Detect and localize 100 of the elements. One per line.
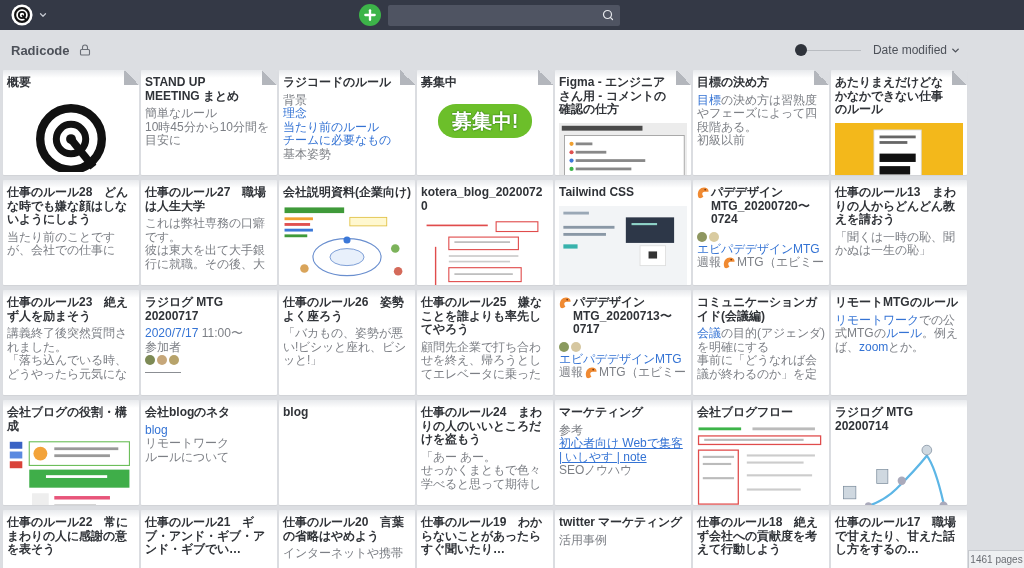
emoji-icon (723, 256, 735, 269)
card-text: リモートワーク (145, 437, 230, 451)
note-card[interactable]: 概要 (3, 70, 139, 175)
card-title: 会社説明資料(企業向け) (283, 186, 411, 200)
note-card[interactable]: STAND UP MEETING まとめ 簡単なルール 10時45分から10分間を目安に (141, 70, 277, 175)
card-title: twitter マーケティング (559, 516, 683, 530)
plus-icon (361, 7, 378, 23)
note-card[interactable]: Tailwind CSS (555, 180, 691, 285)
slider-thumb[interactable] (794, 44, 807, 56)
text-link[interactable]: zoom (859, 339, 889, 354)
card-text: 「落ち込んでいる時、どうやったら元気にな (7, 354, 128, 381)
card-title: ラジログ MTG 20200714 (835, 406, 914, 433)
note-card[interactable]: パデデザインMTG_20200720〜0724 エビパデデザインMTG 週報 MTG（エビミー (693, 180, 829, 285)
card-title: 仕事のルール22 常にまわりの人に感謝の意を表そう (7, 516, 130, 557)
chevron-down-icon (38, 10, 48, 20)
note-card[interactable]: 会社説明資料(企業向け) (279, 180, 415, 285)
card-text: 基本姿勢 (283, 147, 332, 161)
card-text: MTG（エビミー (599, 366, 686, 380)
note-card[interactable]: blog (279, 400, 415, 505)
card-title: 仕事のルール26 姿勢よく座ろう (283, 296, 406, 323)
card-title: blog (283, 406, 309, 420)
card-text: MTG（エビミー (737, 256, 824, 270)
note-card[interactable]: 仕事のルール21 ギブ・アンド・ギブ・アンド・ギブでい… (141, 510, 277, 568)
text-link[interactable]: ルール (885, 326, 922, 340)
text-link[interactable]: 目標 (697, 92, 721, 107)
note-card[interactable]: 仕事のルール18 絶えず会社への貢献度を考えて行動しよう (693, 510, 829, 568)
card-title: 仕事のルール17 職場で甘えたり、甘えた話し方をするの… (835, 516, 958, 557)
note-card[interactable]: 仕事のルール13 まわりの人からどんどん教えを請おう 「聞くは一時の恥、聞かぬは一生の恥」 (831, 180, 967, 285)
card-title: 会社blogのネタ (145, 406, 231, 420)
text-link[interactable]: blog (145, 423, 273, 437)
note-card[interactable]: 仕事のルール22 常にまわりの人に感謝の意を表そう (3, 510, 139, 568)
note-card[interactable]: 仕事のルール28 どんな時でも嫌な顔はしないようにしよう 当たり前のことですが、会社での仕事に (3, 180, 139, 285)
card-text: 目標の決め方は習熟度やフェーズによって四段階ある。 (697, 93, 818, 134)
search-field[interactable] (387, 4, 620, 26)
note-card[interactable]: ラジログ MTG 20200717 2020/7/17 11:00〜 参加者 ——— (141, 290, 277, 395)
ring-logo-icon (36, 103, 106, 172)
card-title: 仕事のルール18 絶えず会社への貢献度を考えて行動しよう (697, 516, 820, 557)
text-link[interactable]: 理念 (283, 107, 411, 121)
note-card[interactable]: 仕事のルール26 姿勢よく座ろう 「バカもの、姿勢が悪い!ビシッと座れ、ビシッと!」 (279, 290, 415, 395)
note-card[interactable]: twitter マーケティング 活用事例 (555, 510, 691, 568)
card-text: 参考 (559, 423, 583, 437)
note-card[interactable]: コミュニケーションガイド(会議編) 会議の目的(アジェンダ)を明確にする 事前に「どうなれば会議が終わるのか」を定 (693, 290, 829, 395)
note-card[interactable]: 仕事のルール19 わからないことがあったらすぐ聞いたり… (417, 510, 553, 568)
card-text: 背景 (283, 93, 308, 107)
card-title: 仕事のルール20 言葉の省略はやめよう (283, 516, 406, 543)
note-card[interactable]: Figma - エンジニアさん用 - コメントの確認の仕方 (555, 70, 691, 175)
recruiting-banner: 募集中! (437, 103, 533, 138)
card-text: 「聞くは一時の恥、聞かぬは一生の恥」 (835, 230, 956, 258)
emoji-icon (585, 366, 597, 379)
add-button[interactable] (358, 4, 381, 26)
note-card[interactable]: マーケティング 参考 初心者向け Webで集客 | いしやす | note SEOノウハウ (555, 400, 691, 505)
note-card[interactable]: 目標の決め方 目標の決め方は習熟度やフェーズによって四段階ある。 初級以前 (693, 70, 829, 175)
workspace-menu-button[interactable] (11, 4, 48, 26)
sort-dropdown[interactable]: Date modified (872, 43, 961, 57)
note-card[interactable]: 仕事のルール17 職場で甘えたり、甘えた話し方をするの… (831, 510, 967, 568)
card-title: 仕事のルール23 絶えず人を励まそう (7, 296, 130, 323)
card-text: 初級以前 (697, 134, 746, 148)
card-text: せっかくまともで色々学べると思って期待し (421, 464, 542, 491)
note-card[interactable]: kotera_blog_20200720 (417, 180, 553, 285)
card-text: 「あー あー。 (421, 450, 498, 464)
text-link[interactable]: エビパデデザインMTG (559, 352, 687, 366)
card-title: パデデザインMTG_20200720〜0724 (711, 186, 811, 227)
note-card[interactable]: パデデザインMTG_20200713〜0717 エビパデデザインMTG 週報 MTG（エビミー (555, 290, 691, 395)
text-link[interactable]: リモートワーク (835, 312, 919, 327)
text-link[interactable]: エビパデデザインMTG (697, 242, 825, 256)
card-text: これは弊社専務の口癖です。 (145, 217, 266, 244)
note-card[interactable]: リモートMTGのルール リモートワークでの公式MTGのルール。例えば、zoomとか。 (831, 290, 967, 395)
card-title: Figma - エンジニアさん用 - コメントの確認の仕方 (559, 76, 667, 117)
card-text: ルールについて (145, 450, 230, 464)
card-text: 「バカもの、姿勢が悪い!ビシッと座れ、ビシッと!」 (283, 327, 408, 368)
text-link[interactable]: 2020/7/17 (145, 326, 199, 340)
card-text: 参加者 (145, 340, 182, 354)
text-link[interactable]: チームに必要なもの (283, 134, 411, 148)
text-link[interactable]: 初心者向け Webで集客 | いしやす | note (559, 437, 687, 464)
logo-icon (11, 4, 33, 26)
note-card[interactable]: 会社ブログフロー (693, 400, 829, 505)
note-card[interactable]: 仕事のルール20 言葉の省略はやめよう インターネットや携帯 (279, 510, 415, 568)
card-text: インターネットや携帯 (283, 547, 404, 561)
card-text: 週報 (559, 366, 583, 380)
note-card[interactable]: 会社blogのネタ blog リモートワーク ルールについて (141, 400, 277, 505)
note-card[interactable]: ラジコードのルール 背景 理念 当たり前のルール チームに必要なもの 基本姿勢 (279, 70, 415, 175)
note-card[interactable]: 仕事のルール25 嫌なことを誰よりも率先してやろう 顧問先企業で打ち合わせを終え、帰ろうとしてエレベータに乗った (417, 290, 553, 395)
card-text: SEOノウハウ (559, 464, 634, 478)
note-card[interactable]: ラジログ MTG 20200714 (831, 400, 967, 505)
note-card[interactable]: 会社ブログの役割・構成 (3, 400, 139, 505)
search-icon (601, 9, 614, 21)
card-title: コミュニケーションガイド(会議編) (697, 296, 819, 323)
text-link[interactable]: 会議 (697, 326, 721, 340)
note-card[interactable]: あたりまえだけどなかなかできない仕事のルール (831, 70, 967, 175)
card-text: リモートワークでの公式MTGのルール。例えば、zoomとか。 (835, 313, 959, 354)
note-card[interactable]: 仕事のルール27 職場は人生大学 これは弊社専務の口癖です。 彼は東大を出て大手銀行に就職。その後、大 (141, 180, 277, 285)
note-card[interactable]: 仕事のルール23 絶えず人を励まそう 講義終了後突然質問されました。 「落ち込んでいる時、どうやったら元気にな (3, 290, 139, 395)
card-text: 簡単なルール (145, 107, 218, 121)
card-title: ラジコードのルール (283, 76, 391, 90)
card-title: パデデザインMTG_20200713〜0717 (573, 296, 673, 337)
card-title: 仕事のルール25 嫌なことを誰よりも率先してやろう (421, 296, 544, 337)
card-title: 会社ブログの役割・構成 (7, 406, 128, 433)
text-link[interactable]: 当たり前のルール (283, 120, 411, 134)
note-card[interactable]: 募集中 募集中! (417, 70, 553, 175)
note-card[interactable]: 仕事のルール24 まわりの人のいいところだけを盗もう 「あー あー。 せっかくまともで色々学べると思って期待し (417, 400, 553, 505)
